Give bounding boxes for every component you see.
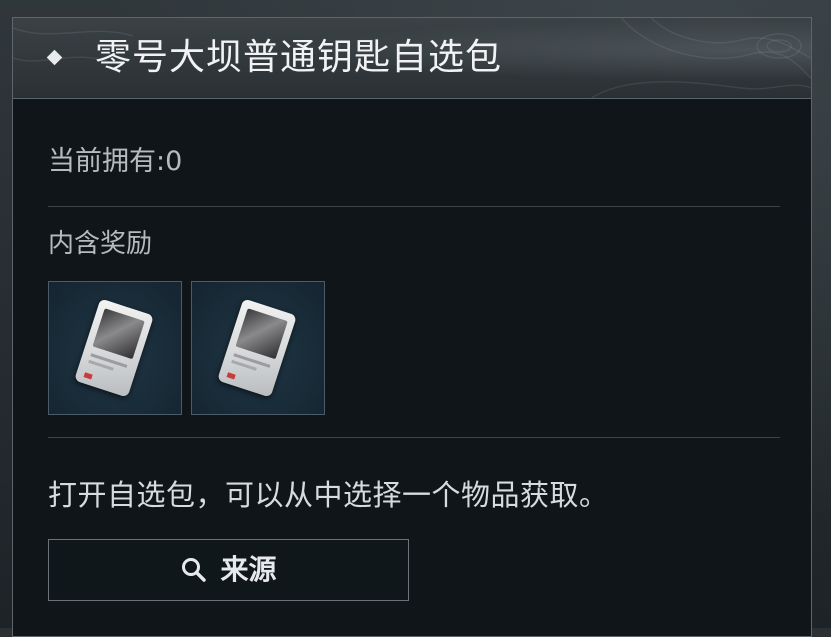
keycard-icon: [74, 298, 154, 398]
search-icon: [182, 558, 207, 582]
panel-header: 零号大坝普通钥匙自选包: [13, 18, 811, 99]
panel-title: 零号大坝普通钥匙自选包: [95, 37, 503, 78]
source-button[interactable]: 来源: [48, 539, 409, 601]
divider: [48, 206, 780, 207]
item-detail-panel: 零号大坝普通钥匙自选包 当前拥有:0 内含奖励 打开自选包，可以从中选择一个物品…: [12, 17, 812, 637]
owned-count: 当前拥有:0: [48, 146, 183, 177]
rewards-heading: 内含奖励: [48, 229, 153, 259]
reward-slot-1[interactable]: [48, 281, 182, 415]
item-description: 打开自选包，可以从中选择一个物品获取。: [48, 478, 609, 512]
keycard-icon: [217, 298, 297, 398]
source-button-label: 来源: [220, 553, 277, 586]
reward-slot-2[interactable]: [191, 281, 325, 415]
divider: [48, 437, 780, 438]
